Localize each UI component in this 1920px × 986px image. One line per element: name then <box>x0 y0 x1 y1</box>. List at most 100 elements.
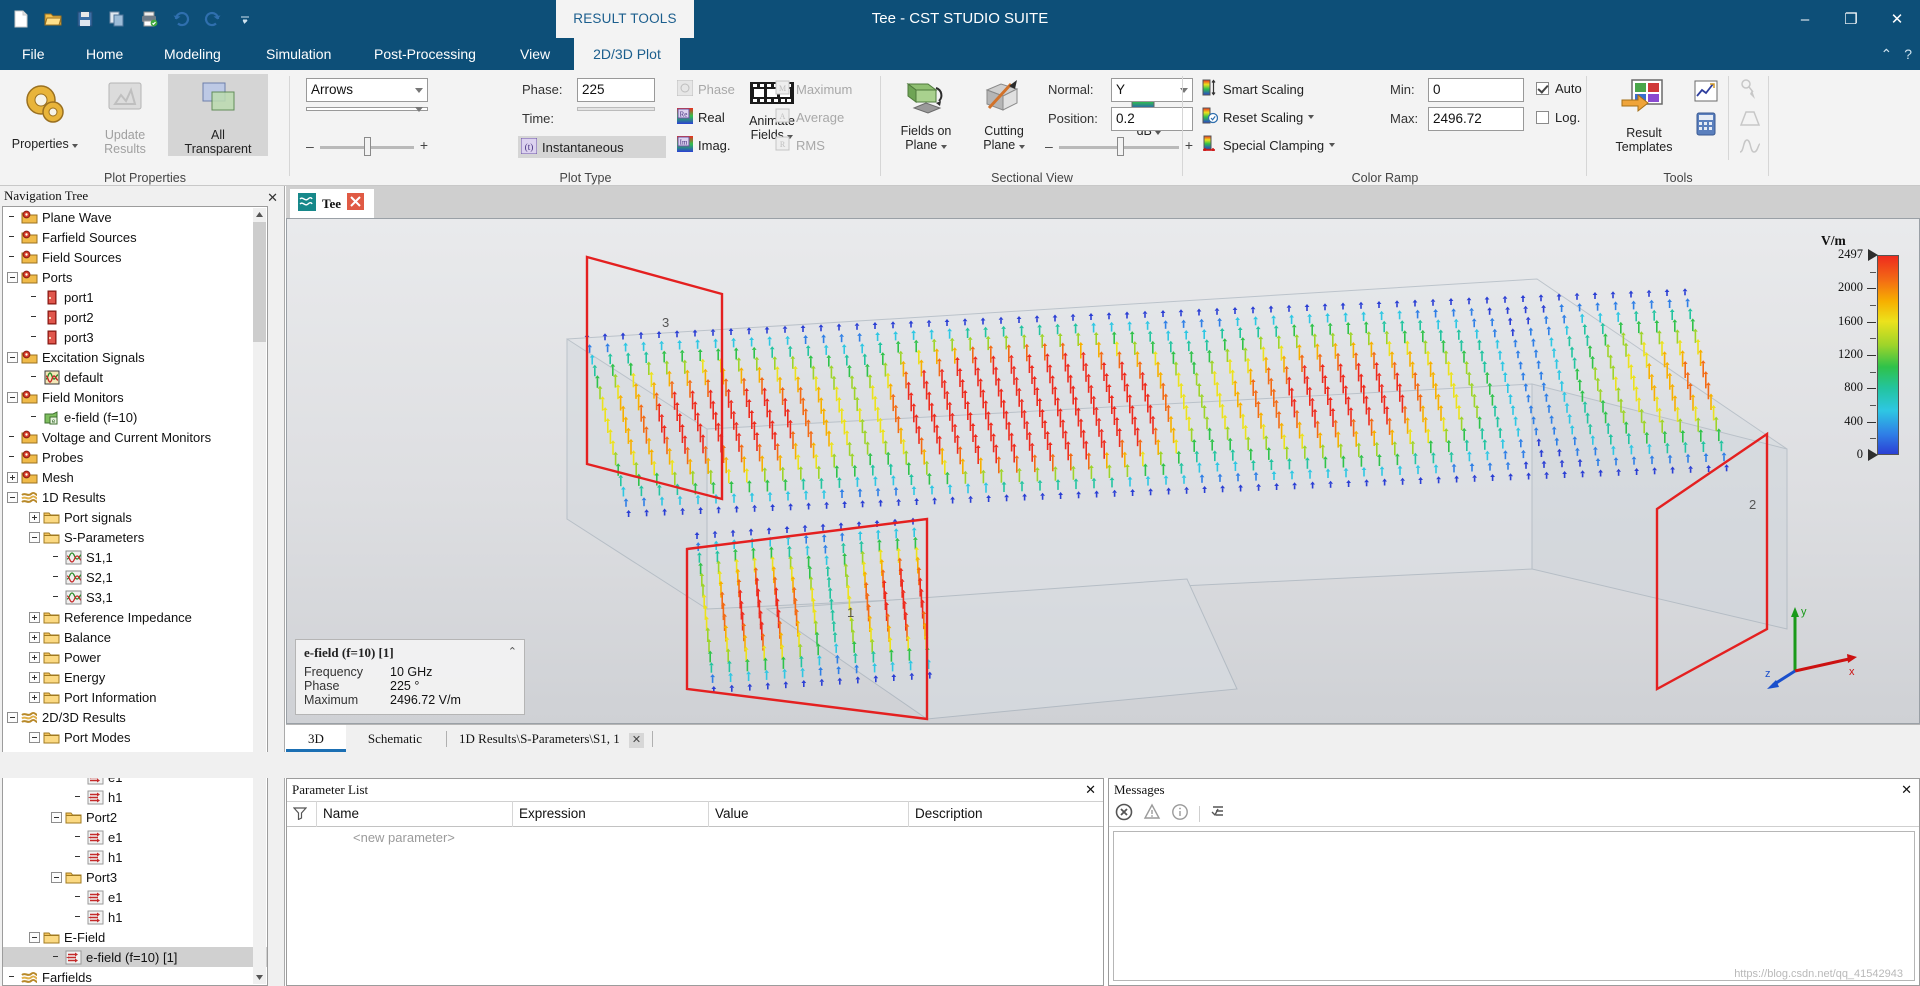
result-templates-button[interactable]: Result Templates <box>1598 74 1690 154</box>
document-tab-close-icon[interactable] <box>347 193 365 214</box>
position-slider-minus-icon[interactable]: – <box>1045 138 1053 154</box>
tree-item-mesh[interactable]: Mesh <box>3 467 267 487</box>
navigation-tree[interactable]: Plane Wave Farfield Sources Field Sources P… <box>2 206 268 986</box>
min-input[interactable]: 0 <box>1428 78 1524 102</box>
max-input[interactable]: 2496.72 <box>1428 107 1524 131</box>
normal-combo[interactable]: Y <box>1111 78 1193 102</box>
fields-on-plane-dropdown-icon[interactable] <box>940 145 947 149</box>
cutting-plane-button[interactable]: Cutting Plane <box>968 74 1040 152</box>
scroll-down-icon[interactable] <box>253 971 266 984</box>
tree-item-1d-results[interactable]: 1D Results <box>3 487 267 507</box>
maximum-button[interactable]: M Maximum <box>772 78 878 100</box>
copy-icon[interactable] <box>104 6 130 32</box>
calculator-icon[interactable] <box>1694 112 1718 139</box>
collapse-icon[interactable] <box>7 351 18 363</box>
tree-item-2d-3d-results[interactable]: 2D/3D Results <box>3 707 267 727</box>
expand-icon[interactable] <box>29 651 40 663</box>
chevron-down-icon-2[interactable] <box>415 107 423 112</box>
collapse-icon[interactable] <box>7 271 18 283</box>
tree-item-field-monitors[interactable]: Field Monitors <box>3 387 267 407</box>
tab-modeling[interactable]: Modeling <box>150 38 246 70</box>
curve-tool-icon[interactable] <box>1694 80 1718 105</box>
collapse-icon[interactable] <box>7 491 18 503</box>
tree-item-e-field[interactable]: E-Field <box>3 927 267 947</box>
real-button[interactable]: Re Real <box>674 106 760 128</box>
tree-item-port-information[interactable]: Port Information <box>3 687 267 707</box>
auto-checkbox-box[interactable] <box>1536 82 1549 95</box>
parameter-column-name[interactable]: Name <box>317 801 513 827</box>
tree-item-s2-1[interactable]: S2,1 <box>3 567 267 587</box>
tab-file[interactable]: File <box>8 38 60 70</box>
tree-item-s3-1[interactable]: S3,1 <box>3 587 267 607</box>
tab-home[interactable]: Home <box>72 38 144 70</box>
clear-icon[interactable] <box>1210 803 1228 824</box>
tab-view[interactable]: View <box>506 38 568 70</box>
expand-icon[interactable] <box>7 471 18 483</box>
tree-item-port-signals[interactable]: Port signals <box>3 507 267 527</box>
view-tab-3d[interactable]: 3D <box>286 725 346 752</box>
properties-dropdown-icon[interactable] <box>72 144 79 148</box>
tree-item-field-sources[interactable]: Field Sources <box>3 247 267 267</box>
imag-button[interactable]: Im Imag. <box>674 134 760 156</box>
redo-icon[interactable] <box>200 6 226 32</box>
save-icon[interactable] <box>72 6 98 32</box>
new-parameter-row[interactable]: <new parameter> <box>287 827 1103 849</box>
properties-button[interactable]: Properties <box>8 74 82 151</box>
expand-icon[interactable] <box>29 691 40 703</box>
info-icon[interactable] <box>1171 803 1189 824</box>
parameter-column-value[interactable]: Value <box>709 801 909 827</box>
tree-item-e1[interactable]: e1 <box>3 887 267 907</box>
tree-item-power[interactable]: Power <box>3 647 267 667</box>
expand-icon[interactable] <box>29 611 40 623</box>
tab-post-processing[interactable]: Post-Processing <box>360 38 500 70</box>
tree-item-port3[interactable]: port3 <box>3 327 267 347</box>
view-tab-schematic[interactable]: Schematic <box>346 725 444 752</box>
slider-plus-icon[interactable]: + <box>420 137 428 153</box>
plot-density-slider[interactable]: – + <box>306 137 428 156</box>
3d-canvas[interactable]: 3 2 1 e-field (f=10) [1] ⌃ Frequency 10 … <box>286 218 1920 724</box>
mesh-tool-icon[interactable] <box>1738 108 1762 131</box>
collapse-icon[interactable] <box>29 931 40 943</box>
collapse-icon[interactable] <box>29 531 40 543</box>
auto-checkbox[interactable]: Auto <box>1536 81 1582 96</box>
tree-item-s1-1[interactable]: S1,1 <box>3 547 267 567</box>
tree-item-e-field-f-10-1[interactable]: e-field (f=10) [1] <box>3 947 267 967</box>
parameter-column-expression[interactable]: Expression <box>513 801 709 827</box>
help-button[interactable]: ? <box>1904 46 1912 62</box>
reset-scaling-dropdown-icon[interactable] <box>1308 115 1315 119</box>
tree-item-s-parameters[interactable]: S-Parameters <box>3 527 267 547</box>
close-button[interactable]: ✕ <box>1874 0 1920 38</box>
view-tab-s11-close-icon[interactable]: ✕ <box>628 732 644 748</box>
messages-close-icon[interactable]: ✕ <box>1901 779 1912 801</box>
position-input[interactable]: 0.2 <box>1111 107 1193 131</box>
chevron-down-icon[interactable] <box>415 88 423 93</box>
special-clamping-dropdown-icon[interactable] <box>1329 143 1336 147</box>
plot-substyle-combo[interactable] <box>306 107 428 112</box>
warning-icon[interactable] <box>1143 803 1161 824</box>
undo-icon[interactable] <box>168 6 194 32</box>
slider-minus-icon[interactable]: – <box>306 138 314 154</box>
scroll-up-icon[interactable] <box>253 208 266 221</box>
collapse-icon[interactable] <box>51 811 62 823</box>
all-transparent-button[interactable]: All Transparent <box>168 74 268 156</box>
tree-item-energy[interactable]: Energy <box>3 667 267 687</box>
tree-item-plane-wave[interactable]: Plane Wave <box>3 207 267 227</box>
tree-item-h1[interactable]: h1 <box>3 907 267 927</box>
customize-icon[interactable] <box>232 6 258 32</box>
tree-item-e-field-f-10[interactable]: e e-field (f=10) <box>3 407 267 427</box>
navigation-tree-scroll-thumb[interactable] <box>253 222 266 342</box>
position-slider-thumb[interactable] <box>1117 137 1124 156</box>
tree-item-probes[interactable]: Probes <box>3 447 267 467</box>
tree-item-e1[interactable]: e1 <box>3 827 267 847</box>
navigation-tree-scrollbar[interactable] <box>253 208 266 984</box>
tab-2d-3d-plot[interactable]: 2D/3D Plot <box>574 38 680 70</box>
expand-icon[interactable] <box>29 511 40 523</box>
expand-icon[interactable] <box>29 671 40 683</box>
tree-item-balance[interactable]: Balance <box>3 627 267 647</box>
probe-tool-icon[interactable] <box>1738 78 1762 105</box>
view-tab-s11[interactable]: 1D Results\S-Parameters\S1, 1 ✕ <box>449 725 650 752</box>
phase-mode-button[interactable]: Phase <box>674 78 760 100</box>
tree-item-farfield-sources[interactable]: Farfield Sources <box>3 227 267 247</box>
tree-item-port-modes[interactable]: Port Modes <box>3 727 267 747</box>
tree-item-h1[interactable]: h1 <box>3 787 267 807</box>
